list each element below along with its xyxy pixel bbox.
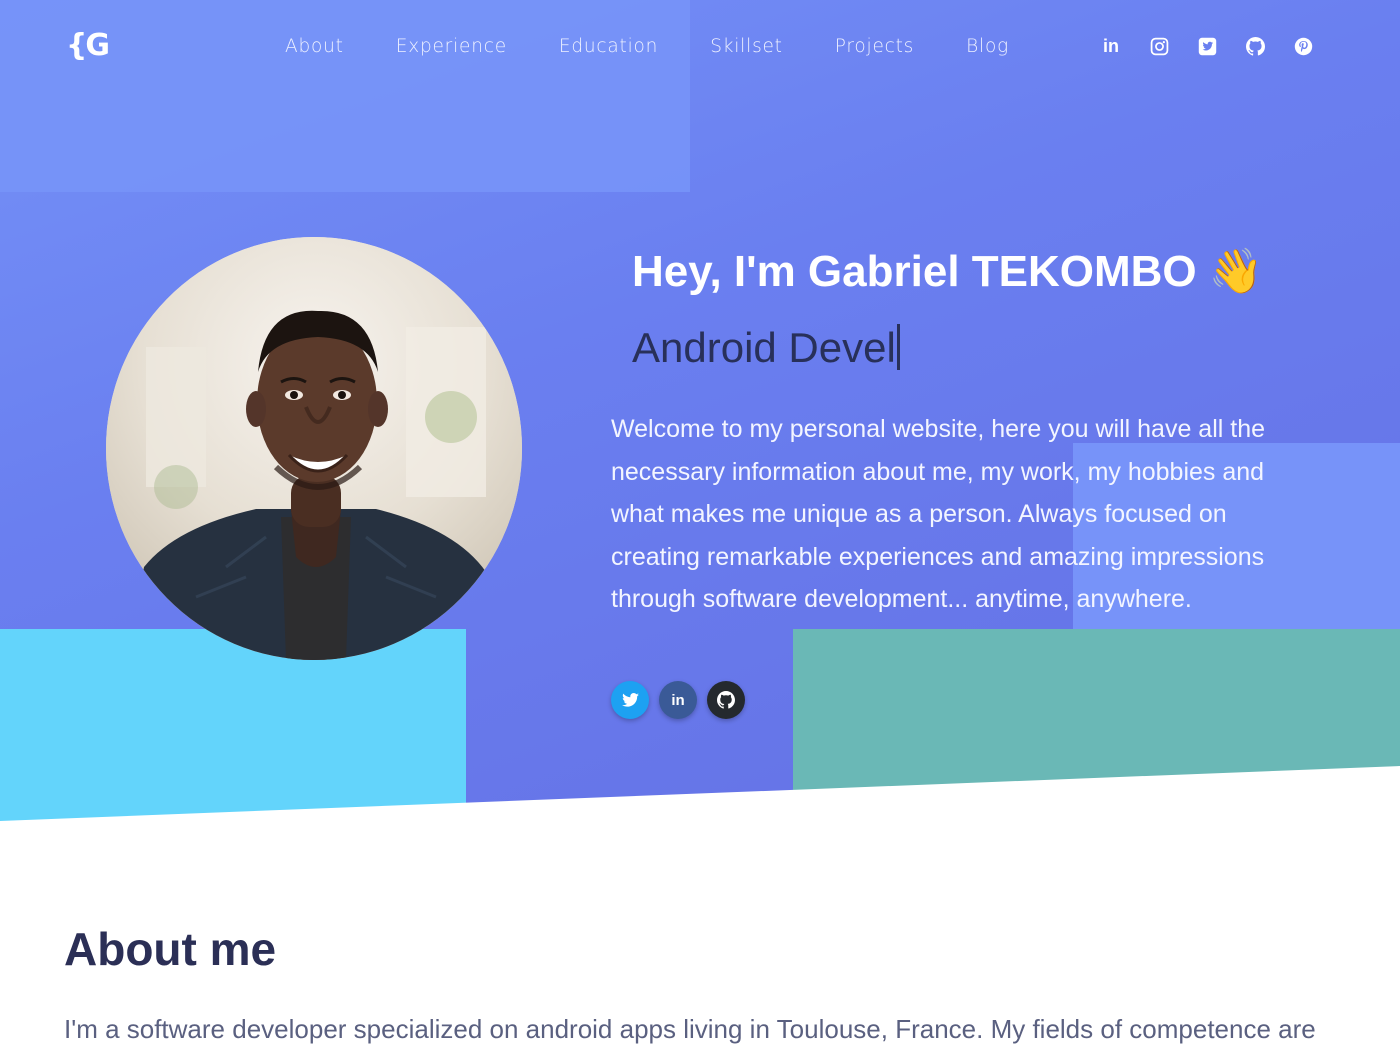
typed-role: Android Devel <box>632 324 900 372</box>
nav-link-projects[interactable]: Projects <box>835 36 914 57</box>
header-social-links: in <box>1100 35 1314 57</box>
about-heading: About me <box>64 923 277 975</box>
linkedin-icon[interactable]: in <box>659 681 697 719</box>
github-icon[interactable] <box>707 681 745 719</box>
github-icon[interactable] <box>1244 35 1266 57</box>
about-paragraph: I'm a software developer specialized on … <box>64 1014 1316 1044</box>
site-logo[interactable]: {G <box>66 28 110 63</box>
linkedin-icon[interactable]: in <box>1100 35 1122 57</box>
nav-link-blog[interactable]: Blog <box>966 36 1009 57</box>
instagram-icon[interactable] <box>1148 35 1170 57</box>
twitter-icon[interactable] <box>1196 35 1218 57</box>
typed-role-text: Android Devel <box>632 324 896 371</box>
wave-emoji: 👋 <box>1208 247 1264 296</box>
decorative-block <box>0 629 466 830</box>
greeting-text: Hey, I'm Gabriel TEKOMBO <box>632 247 1197 296</box>
hero-greeting: Hey, I'm Gabriel TEKOMBO 👋 <box>632 245 1264 297</box>
hero-section: Hey, I'm Gabriel TEKOMBO 👋 Android Devel… <box>0 0 1400 830</box>
nav-link-skillset[interactable]: Skillset <box>710 36 783 57</box>
nav-link-about[interactable]: About <box>285 36 344 57</box>
hero-social-links: in <box>611 681 745 719</box>
intro-paragraph: Welcome to my personal website, here you… <box>611 415 1266 613</box>
main-menu: About Experience Education Skillset Proj… <box>285 36 1061 57</box>
nav-link-experience[interactable]: Experience <box>396 36 507 57</box>
typing-cursor <box>896 324 900 370</box>
nav-link-education[interactable]: Education <box>559 36 658 57</box>
pinterest-icon[interactable] <box>1292 35 1314 57</box>
profile-photo <box>106 237 522 660</box>
twitter-icon[interactable] <box>611 681 649 719</box>
top-navbar: {G About Experience Education Skillset P… <box>0 0 1400 95</box>
